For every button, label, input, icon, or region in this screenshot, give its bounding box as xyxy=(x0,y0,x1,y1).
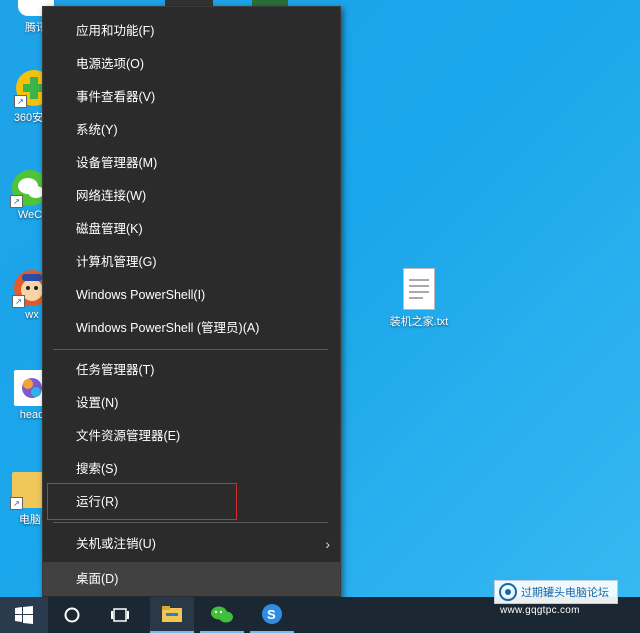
menu-item-powershell[interactable]: Windows PowerShell(I) xyxy=(43,280,340,310)
desktop-file-txt[interactable]: 装机之家.txt xyxy=(382,268,456,329)
sogou-browser-button[interactable]: S xyxy=(250,597,294,633)
sogou-browser-icon: S xyxy=(262,604,282,624)
menu-item-shutdown-signout[interactable]: 关机或注销(U) › xyxy=(43,529,340,559)
menu-separator xyxy=(53,522,328,523)
menu-separator xyxy=(53,349,328,350)
menu-item-event-viewer[interactable]: 事件查看器(V) xyxy=(43,82,340,112)
forum-logo-icon xyxy=(499,583,517,601)
wechat-taskbar-button[interactable] xyxy=(200,597,244,633)
menu-item-network-connections[interactable]: 网络连接(W) xyxy=(43,181,340,211)
menu-item-file-explorer[interactable]: 文件资源管理器(E) xyxy=(43,421,340,451)
menu-item-desktop[interactable]: 桌面(D) xyxy=(43,562,340,596)
menu-item-label: 电源选项(O) xyxy=(76,57,145,71)
task-view-icon xyxy=(111,608,129,622)
file-explorer-icon xyxy=(162,606,182,622)
watermark-badge: 过期罐头电脑论坛 xyxy=(494,580,618,604)
task-view-button[interactable] xyxy=(104,597,136,633)
menu-item-label: 搜索(S) xyxy=(76,462,118,476)
menu-item-label: 设备管理器(M) xyxy=(76,156,158,170)
text-lines-icon xyxy=(409,279,429,299)
menu-item-label: 应用和功能(F) xyxy=(76,24,155,38)
menu-item-label: 桌面(D) xyxy=(76,572,119,586)
menu-item-system[interactable]: 系统(Y) xyxy=(43,115,340,145)
text-file-icon xyxy=(403,268,435,310)
menu-item-powershell-admin[interactable]: Windows PowerShell (管理员)(A) xyxy=(43,313,340,343)
cortana-icon xyxy=(64,607,80,623)
menu-item-apps-features[interactable]: 应用和功能(F) xyxy=(43,16,340,46)
menu-item-label: 磁盘管理(K) xyxy=(76,222,143,236)
start-icon xyxy=(15,606,33,624)
watermark-title: 过期罐头电脑论坛 xyxy=(521,587,609,599)
shortcut-arrow-icon: ↗ xyxy=(10,497,23,510)
menu-item-label: 关机或注销(U) xyxy=(76,537,156,551)
cortana-button[interactable] xyxy=(56,597,88,633)
menu-item-settings[interactable]: 设置(N) xyxy=(43,388,340,418)
wechat-icon xyxy=(211,606,233,623)
menu-item-label: 任务管理器(T) xyxy=(76,363,155,377)
menu-item-label: Windows PowerShell(I) xyxy=(76,288,206,302)
desktop-file-label: 装机之家.txt xyxy=(389,316,449,328)
menu-item-task-manager[interactable]: 任务管理器(T) xyxy=(43,355,340,385)
start-button[interactable] xyxy=(0,597,48,633)
menu-item-power-options[interactable]: 电源选项(O) xyxy=(43,49,340,79)
chevron-right-icon: › xyxy=(325,536,330,552)
menu-item-label: 网络连接(W) xyxy=(76,189,147,203)
menu-item-label: 设置(N) xyxy=(76,396,119,410)
svg-text:S: S xyxy=(267,607,276,622)
shortcut-arrow-icon: ↗ xyxy=(14,95,27,108)
menu-item-label: 文件资源管理器(E) xyxy=(76,429,181,443)
file-explorer-button[interactable] xyxy=(150,597,194,633)
menu-item-device-manager[interactable]: 设备管理器(M) xyxy=(43,148,340,178)
highlight-box-run xyxy=(47,483,237,520)
menu-item-label: 事件查看器(V) xyxy=(76,90,156,104)
menu-item-search[interactable]: 搜索(S) xyxy=(43,454,340,484)
watermark-url: www.gqgtpc.com xyxy=(500,605,580,616)
menu-item-label: 系统(Y) xyxy=(76,123,118,137)
menu-item-label: 计算机管理(G) xyxy=(76,255,157,269)
shortcut-arrow-icon: ↗ xyxy=(12,295,25,308)
menu-item-label: Windows PowerShell (管理员)(A) xyxy=(76,321,260,335)
menu-item-computer-management[interactable]: 计算机管理(G) xyxy=(43,247,340,277)
menu-item-disk-management[interactable]: 磁盘管理(K) xyxy=(43,214,340,244)
shortcut-arrow-icon: ↗ xyxy=(10,195,23,208)
